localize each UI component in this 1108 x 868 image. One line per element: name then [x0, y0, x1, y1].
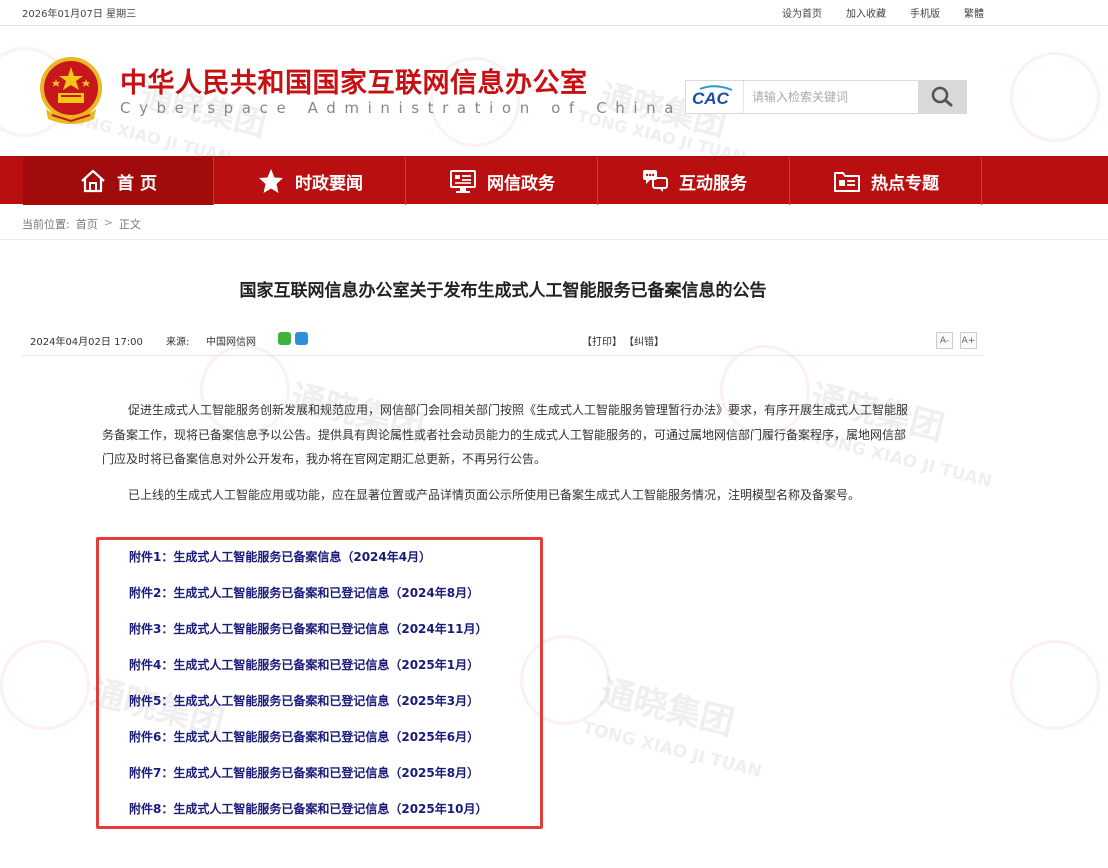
- print-link[interactable]: 【打印】: [582, 333, 622, 348]
- nav-item-label: 首 页: [117, 173, 157, 194]
- nav-item-label: 时政要闻: [295, 173, 363, 194]
- search-icon: [931, 86, 953, 107]
- cac-logo-text: CAC: [692, 89, 730, 108]
- search-box: CAC: [685, 80, 967, 114]
- attachment-link[interactable]: 附件3：生成式人工智能服务已备案和已登记信息（2024年11月）: [129, 620, 487, 637]
- source-label: 来源:: [166, 337, 190, 348]
- chat-icon: [643, 170, 668, 192]
- breadcrumb-separator: >: [103, 216, 113, 229]
- wechat-share-icon[interactable]: [278, 332, 291, 345]
- font-larger-button[interactable]: A+: [960, 332, 977, 349]
- breadcrumb-current: 正文: [118, 218, 141, 231]
- nav-item-cyberspace-affairs[interactable]: 网信政务: [407, 157, 598, 205]
- set-homepage-link[interactable]: 设为首页: [782, 5, 822, 20]
- breadcrumb-label: 当前位置:: [22, 218, 70, 231]
- article-title: 国家互联网信息办公室关于发布生成式人工智能服务已备案信息的公告: [239, 281, 767, 301]
- divider: [0, 239, 1108, 240]
- add-favorite-link[interactable]: 加入收藏: [846, 5, 886, 20]
- attachment-link[interactable]: 附件2：生成式人工智能服务已备案和已登记信息（2024年8月）: [129, 584, 479, 601]
- nav-item-interactive-services[interactable]: 互动服务: [599, 157, 790, 205]
- breadcrumb-home[interactable]: 首页: [76, 216, 98, 232]
- nav-item-label: 网信政务: [487, 173, 555, 194]
- mobile-version-link[interactable]: 手机版: [910, 5, 940, 20]
- watermark-ring: [1010, 52, 1100, 142]
- nav-item-hot-topics[interactable]: 热点专题: [791, 157, 982, 205]
- cac-logo: CAC: [686, 81, 744, 113]
- attachments-highlight-box: 附件1：生成式人工智能服务已备案信息（2024年4月） 附件2：生成式人工智能服…: [96, 537, 543, 829]
- watermark-text: 通晓集团: [596, 672, 738, 744]
- site-title: 中华人民共和国国家互联网信息办公室: [120, 68, 588, 99]
- main-nav: 首 页 时政要闻 网信政务 互动服务 热点专题: [0, 156, 1108, 205]
- nav-item-home[interactable]: 首 页: [23, 157, 214, 205]
- cac-logo-icon: CAC: [692, 85, 733, 108]
- article-tools: 【打印】 【纠错】: [582, 333, 664, 348]
- current-date: 2026年01月07日 星期三: [22, 9, 137, 20]
- home-icon: [81, 169, 105, 193]
- attachment-link[interactable]: 附件4：生成式人工智能服务已备案和已登记信息（2025年1月）: [129, 656, 479, 673]
- watermark-ring: [0, 640, 90, 730]
- qzone-share-icon[interactable]: [295, 332, 308, 345]
- attachment-link[interactable]: 附件1：生成式人工智能服务已备案信息（2024年4月）: [129, 548, 431, 565]
- traditional-chinese-link[interactable]: 繁體: [964, 5, 984, 20]
- star-icon: [259, 169, 283, 193]
- font-smaller-button[interactable]: A-: [936, 332, 953, 349]
- source-name: 中国网信网: [206, 337, 256, 348]
- attachment-link[interactable]: 附件6：生成式人工智能服务已备案和已登记信息（2025年6月）: [129, 728, 479, 745]
- watermark-ring: [1010, 640, 1100, 730]
- site-header: 通晓集团 通晓集团 TONG XIAO JI TUAN TONG XIAO JI…: [0, 27, 1108, 156]
- divider: [22, 355, 984, 356]
- top-links: 设为首页 加入收藏 手机版 繁體: [782, 5, 984, 20]
- publish-date: 2024年04月02日 17:00: [30, 337, 143, 348]
- monitor-icon: [450, 170, 476, 193]
- attachment-link[interactable]: 附件8：生成式人工智能服务已备案和已登记信息（2025年10月）: [129, 800, 487, 817]
- search-input[interactable]: [746, 81, 918, 113]
- search-button[interactable]: [918, 81, 966, 113]
- breadcrumb: 当前位置: 首页 > 正文: [22, 216, 141, 232]
- top-utility-bar: 2026年01月07日 星期三 设为首页 加入收藏 手机版 繁體: [0, 0, 1108, 26]
- folder-icon: [834, 172, 860, 192]
- watermark-text: TONG XIAO JI TUAN: [580, 718, 764, 782]
- article-paragraph: 促进生成式人工智能服务创新发展和规范应用，网信部门会同相关部门按照《生成式人工智…: [102, 403, 909, 466]
- attachment-link[interactable]: 附件5：生成式人工智能服务已备案和已登记信息（2025年3月）: [129, 692, 479, 709]
- site-subtitle: Cyberspace Administration of China: [120, 99, 683, 117]
- attachment-link[interactable]: 附件7：生成式人工智能服务已备案和已登记信息（2025年8月）: [129, 764, 479, 781]
- nav-item-label: 热点专题: [871, 173, 939, 194]
- correction-link[interactable]: 【纠错】: [624, 333, 664, 348]
- article-paragraph: 已上线的生成式人工智能应用或功能，应在显著位置或产品详情页面公示所使用已备案生成…: [128, 488, 861, 502]
- nav-item-label: 互动服务: [679, 173, 747, 194]
- national-emblem-icon: [40, 57, 102, 124]
- nav-item-politics-news[interactable]: 时政要闻: [215, 157, 406, 205]
